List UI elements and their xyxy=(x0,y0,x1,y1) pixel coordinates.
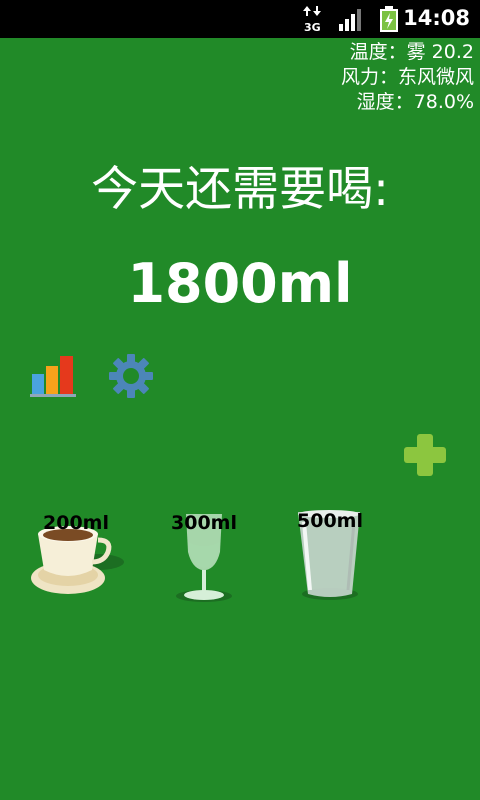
remaining-amount: 1800ml xyxy=(127,252,353,315)
tumbler-500ml-button[interactable]: 500ml xyxy=(280,510,380,602)
wind-text: 风力：东风微风 xyxy=(340,66,474,88)
humidity-text: 湿度：78.0% xyxy=(356,91,474,113)
weather-panel: 温度：雾 20.2 风力：东风微风 湿度：78.0% xyxy=(341,40,474,115)
cup-200ml-button[interactable]: 200ml xyxy=(26,512,126,602)
tumbler-volume-label: 500ml xyxy=(297,510,363,532)
glass-300ml-button[interactable]: 300ml xyxy=(154,512,254,604)
battery-charging-icon xyxy=(380,6,398,32)
status-bar: 3G 14:08 xyxy=(0,0,480,38)
headline: 今天还需要喝: xyxy=(91,162,389,217)
svg-text:3G: 3G xyxy=(304,21,321,32)
glass-volume-label: 300ml xyxy=(171,512,237,534)
clock-time: 14:08 xyxy=(403,6,470,30)
cup-volume-label: 200ml xyxy=(43,512,109,534)
add-plus-icon[interactable] xyxy=(402,432,448,478)
signal-strength-icon xyxy=(339,9,361,31)
network-3g-icon: 3G xyxy=(303,6,321,32)
temperature-text: 温度：雾 20.2 xyxy=(349,41,474,63)
statistics-chart-icon[interactable] xyxy=(30,354,76,398)
settings-gear-icon[interactable] xyxy=(108,353,154,399)
